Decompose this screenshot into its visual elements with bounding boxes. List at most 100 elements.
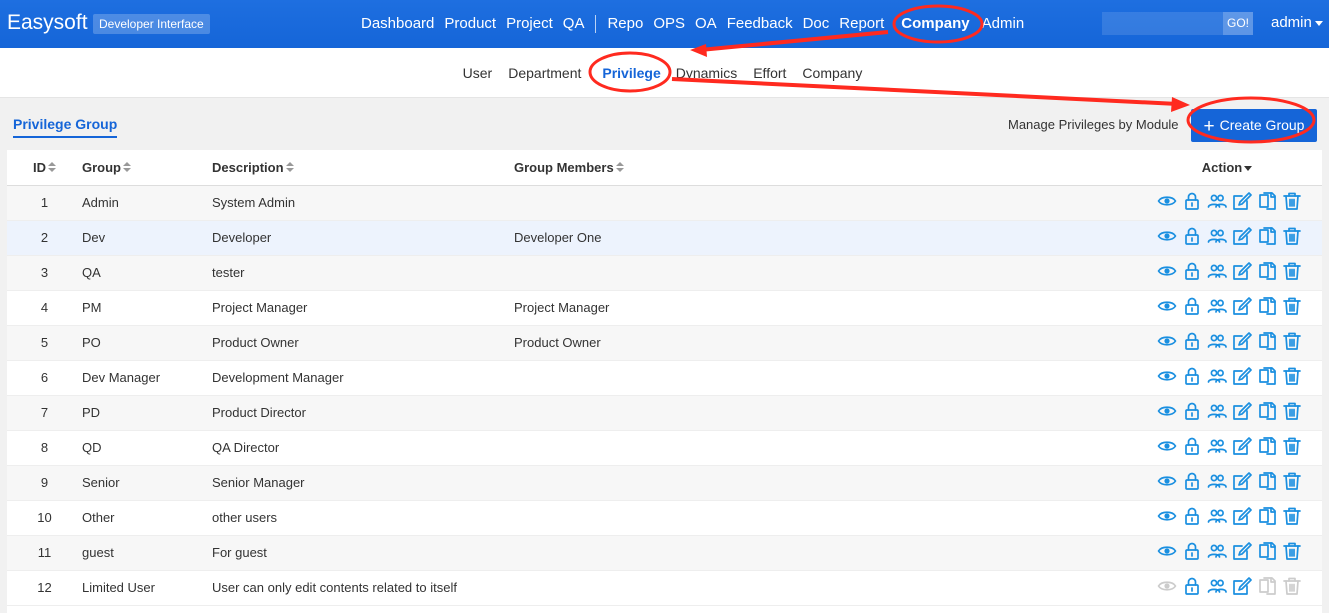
table-row[interactable]: 12 Limited User User can only edit content… <box>7 570 1322 606</box>
members-icon[interactable] <box>1207 401 1227 421</box>
subnav-company[interactable]: Company <box>794 65 870 81</box>
edit-icon[interactable] <box>1232 366 1252 386</box>
lock-icon[interactable] <box>1182 331 1202 351</box>
nav-product[interactable]: Product <box>439 0 501 48</box>
delete-icon[interactable] <box>1282 191 1302 211</box>
members-icon[interactable] <box>1207 436 1227 456</box>
view-icon[interactable] <box>1157 191 1177 211</box>
delete-icon[interactable] <box>1282 436 1302 456</box>
table-row[interactable]: 8 QD QA Director <box>7 430 1322 466</box>
lock-icon[interactable] <box>1182 401 1202 421</box>
copy-icon[interactable] <box>1257 261 1277 281</box>
table-row[interactable]: 1 Admin System Admin <box>7 185 1322 221</box>
copy-icon[interactable] <box>1257 191 1277 211</box>
members-icon[interactable] <box>1207 541 1227 561</box>
nav-doc[interactable]: Doc <box>798 0 835 48</box>
copy-icon[interactable] <box>1257 366 1277 386</box>
view-icon[interactable] <box>1157 366 1177 386</box>
edit-icon[interactable] <box>1232 191 1252 211</box>
column-action[interactable]: Action <box>1092 150 1322 186</box>
lock-icon[interactable] <box>1182 436 1202 456</box>
nav-feedback[interactable]: Feedback <box>722 0 798 48</box>
column-id[interactable]: ID <box>7 150 82 186</box>
search-input[interactable] <box>1102 12 1223 35</box>
delete-icon[interactable] <box>1282 541 1302 561</box>
members-icon[interactable] <box>1207 576 1227 596</box>
delete-icon[interactable] <box>1282 366 1302 386</box>
table-row[interactable]: 4 PM Project Manager Project Manager <box>7 290 1322 326</box>
nav-project[interactable]: Project <box>501 0 558 48</box>
brand-logo[interactable]: Easysoft <box>7 11 88 35</box>
copy-icon[interactable] <box>1257 331 1277 351</box>
table-row[interactable]: 9 Senior Senior Manager <box>7 465 1322 501</box>
lock-icon[interactable] <box>1182 226 1202 246</box>
edit-icon[interactable] <box>1232 506 1252 526</box>
copy-icon[interactable] <box>1257 296 1277 316</box>
lock-icon[interactable] <box>1182 366 1202 386</box>
manage-privileges-by-module-link[interactable]: Manage Privileges by Module <box>1008 117 1179 132</box>
view-icon[interactable] <box>1157 436 1177 456</box>
members-icon[interactable] <box>1207 506 1227 526</box>
copy-icon[interactable] <box>1257 506 1277 526</box>
view-icon[interactable] <box>1157 506 1177 526</box>
column-group[interactable]: Group <box>82 150 212 186</box>
edit-icon[interactable] <box>1232 261 1252 281</box>
subnav-department[interactable]: Department <box>500 65 589 81</box>
members-icon[interactable] <box>1207 471 1227 491</box>
lock-icon[interactable] <box>1182 576 1202 596</box>
table-row[interactable]: 11 guest For guest <box>7 535 1322 571</box>
lock-icon[interactable] <box>1182 541 1202 561</box>
view-icon[interactable] <box>1157 541 1177 561</box>
copy-icon[interactable] <box>1257 436 1277 456</box>
members-icon[interactable] <box>1207 191 1227 211</box>
view-icon[interactable] <box>1157 401 1177 421</box>
edit-icon[interactable] <box>1232 296 1252 316</box>
edit-icon[interactable] <box>1232 541 1252 561</box>
subnav-privilege[interactable]: Privilege <box>589 65 673 81</box>
edit-icon[interactable] <box>1232 471 1252 491</box>
table-row[interactable]: 2 Dev Developer Developer One <box>7 220 1322 256</box>
nav-company[interactable]: Company <box>889 0 981 48</box>
nav-repo[interactable]: Repo <box>602 0 648 48</box>
delete-icon[interactable] <box>1282 331 1302 351</box>
developer-interface-badge[interactable]: Developer Interface <box>93 14 210 34</box>
lock-icon[interactable] <box>1182 296 1202 316</box>
members-icon[interactable] <box>1207 296 1227 316</box>
lock-icon[interactable] <box>1182 506 1202 526</box>
subnav-effort[interactable]: Effort <box>745 65 794 81</box>
lock-icon[interactable] <box>1182 261 1202 281</box>
view-icon[interactable] <box>1157 331 1177 351</box>
subnav-user[interactable]: User <box>455 65 501 81</box>
table-row[interactable]: 5 PO Product Owner Product Owner <box>7 325 1322 361</box>
nav-oa[interactable]: OA <box>690 0 722 48</box>
copy-icon[interactable] <box>1257 226 1277 246</box>
delete-icon[interactable] <box>1282 506 1302 526</box>
members-icon[interactable] <box>1207 261 1227 281</box>
copy-icon[interactable] <box>1257 401 1277 421</box>
nav-report[interactable]: Report <box>834 0 889 48</box>
lock-icon[interactable] <box>1182 191 1202 211</box>
delete-icon[interactable] <box>1282 471 1302 491</box>
nav-ops[interactable]: OPS <box>648 0 690 48</box>
delete-icon[interactable] <box>1282 226 1302 246</box>
edit-icon[interactable] <box>1232 576 1252 596</box>
nav-dashboard[interactable]: Dashboard <box>356 0 439 48</box>
tab-privilege-group[interactable]: Privilege Group <box>13 116 118 138</box>
delete-icon[interactable] <box>1282 296 1302 316</box>
edit-icon[interactable] <box>1232 331 1252 351</box>
edit-icon[interactable] <box>1232 401 1252 421</box>
table-row[interactable]: 3 QA tester <box>7 255 1322 291</box>
create-group-button[interactable]: + Create Group <box>1191 109 1317 142</box>
edit-icon[interactable] <box>1232 436 1252 456</box>
column-description[interactable]: Description <box>212 150 514 186</box>
view-icon[interactable] <box>1157 296 1177 316</box>
delete-icon[interactable] <box>1282 401 1302 421</box>
view-icon[interactable] <box>1157 261 1177 281</box>
lock-icon[interactable] <box>1182 471 1202 491</box>
copy-icon[interactable] <box>1257 541 1277 561</box>
view-icon[interactable] <box>1157 226 1177 246</box>
members-icon[interactable] <box>1207 366 1227 386</box>
edit-icon[interactable] <box>1232 226 1252 246</box>
delete-icon[interactable] <box>1282 261 1302 281</box>
members-icon[interactable] <box>1207 226 1227 246</box>
